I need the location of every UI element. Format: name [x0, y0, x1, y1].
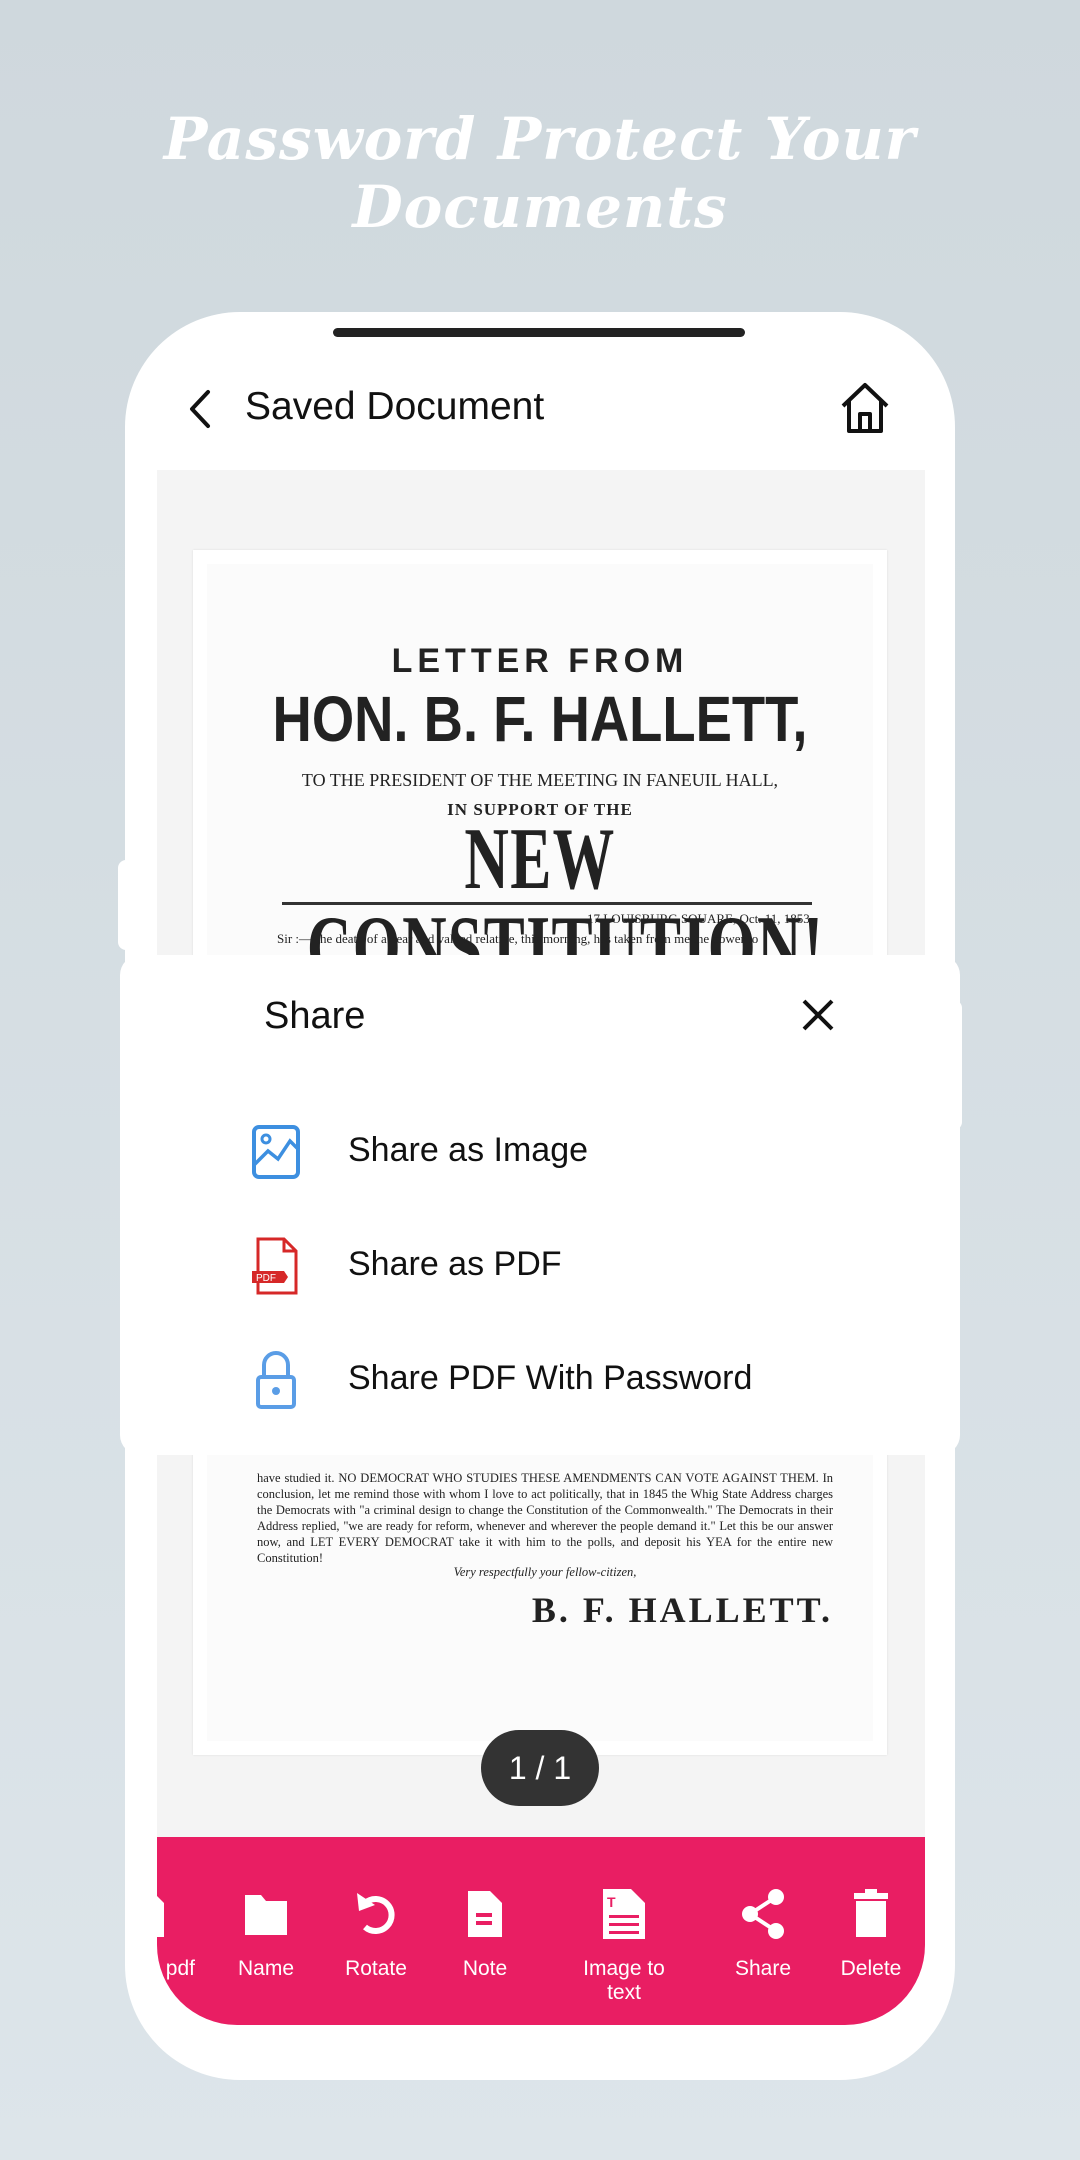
- toolbar-name-button[interactable]: Name: [206, 1887, 326, 1981]
- share-pdf-with-password-option[interactable]: Share PDF With Password: [250, 1335, 850, 1425]
- share-as-pdf-option[interactable]: PDF Share as PDF: [250, 1221, 850, 1311]
- lock-icon: [256, 1351, 296, 1409]
- svg-text:PDF: PDF: [256, 1273, 276, 1284]
- bottom-toolbar: pdf Name Rotate Note T Image to text Sha…: [157, 1837, 925, 2025]
- doc-closing-paragraph: have studied it. NO DEMOCRAT WHO STUDIES…: [257, 1471, 833, 1565]
- page-indicator: 1 / 1: [481, 1730, 599, 1806]
- share-sheet-title: Share: [264, 995, 366, 1037]
- doc-line: HON. B. F. HALLETT,: [272, 683, 808, 755]
- image-to-text-icon: T: [603, 1889, 645, 1939]
- doc-address: 17 LOUISBURG SQUARE, Oct. 11, 1853.: [587, 911, 813, 926]
- chevron-left-icon[interactable]: [180, 384, 224, 434]
- image-icon: [252, 1125, 300, 1179]
- home-icon[interactable]: [837, 378, 893, 438]
- promo-headline: Password Protect Your Documents: [163, 105, 917, 241]
- phone-side-button: [118, 860, 138, 950]
- rotate-icon: [357, 1893, 395, 1934]
- toolbar-image-to-text-button[interactable]: T Image to text: [564, 1887, 684, 2005]
- doc-valediction: Very respectfully your fellow-citizen,: [453, 1565, 637, 1579]
- pdf-file-icon: PDF: [252, 1237, 298, 1295]
- doc-rule: [282, 902, 812, 905]
- doc-signature: B. F. HALLETT.: [531, 1590, 833, 1630]
- doc-line: TO THE PRESIDENT OF THE MEETING IN FANEU…: [301, 770, 779, 790]
- toolbar-delete-button[interactable]: Delete: [811, 1887, 925, 1981]
- toolbar-rotate-button[interactable]: Rotate: [316, 1887, 436, 1981]
- pdf-icon: [157, 1896, 164, 1937]
- close-icon[interactable]: [800, 997, 836, 1033]
- toolbar-note-button[interactable]: Note: [425, 1887, 545, 1981]
- toolbar-pdf-button[interactable]: pdf: [157, 1887, 205, 1981]
- folder-icon: [245, 1895, 287, 1935]
- doc-line: LETTER FROM: [391, 642, 689, 680]
- phone-notch: [333, 328, 745, 337]
- trash-icon: [854, 1889, 888, 1937]
- share-bottom-sheet: Share Share as Image PDF Share as PDF Sh…: [120, 955, 960, 1455]
- toolbar-share-button[interactable]: Share: [703, 1887, 823, 1981]
- share-as-image-option[interactable]: Share as Image: [250, 1107, 850, 1197]
- share-icon: [742, 1889, 784, 1939]
- note-icon: [468, 1891, 502, 1937]
- page-title: Saved Document: [245, 385, 545, 428]
- svg-text:T: T: [607, 1894, 616, 1910]
- doc-opening: Sir :—The death of a near and valued rel…: [277, 931, 759, 946]
